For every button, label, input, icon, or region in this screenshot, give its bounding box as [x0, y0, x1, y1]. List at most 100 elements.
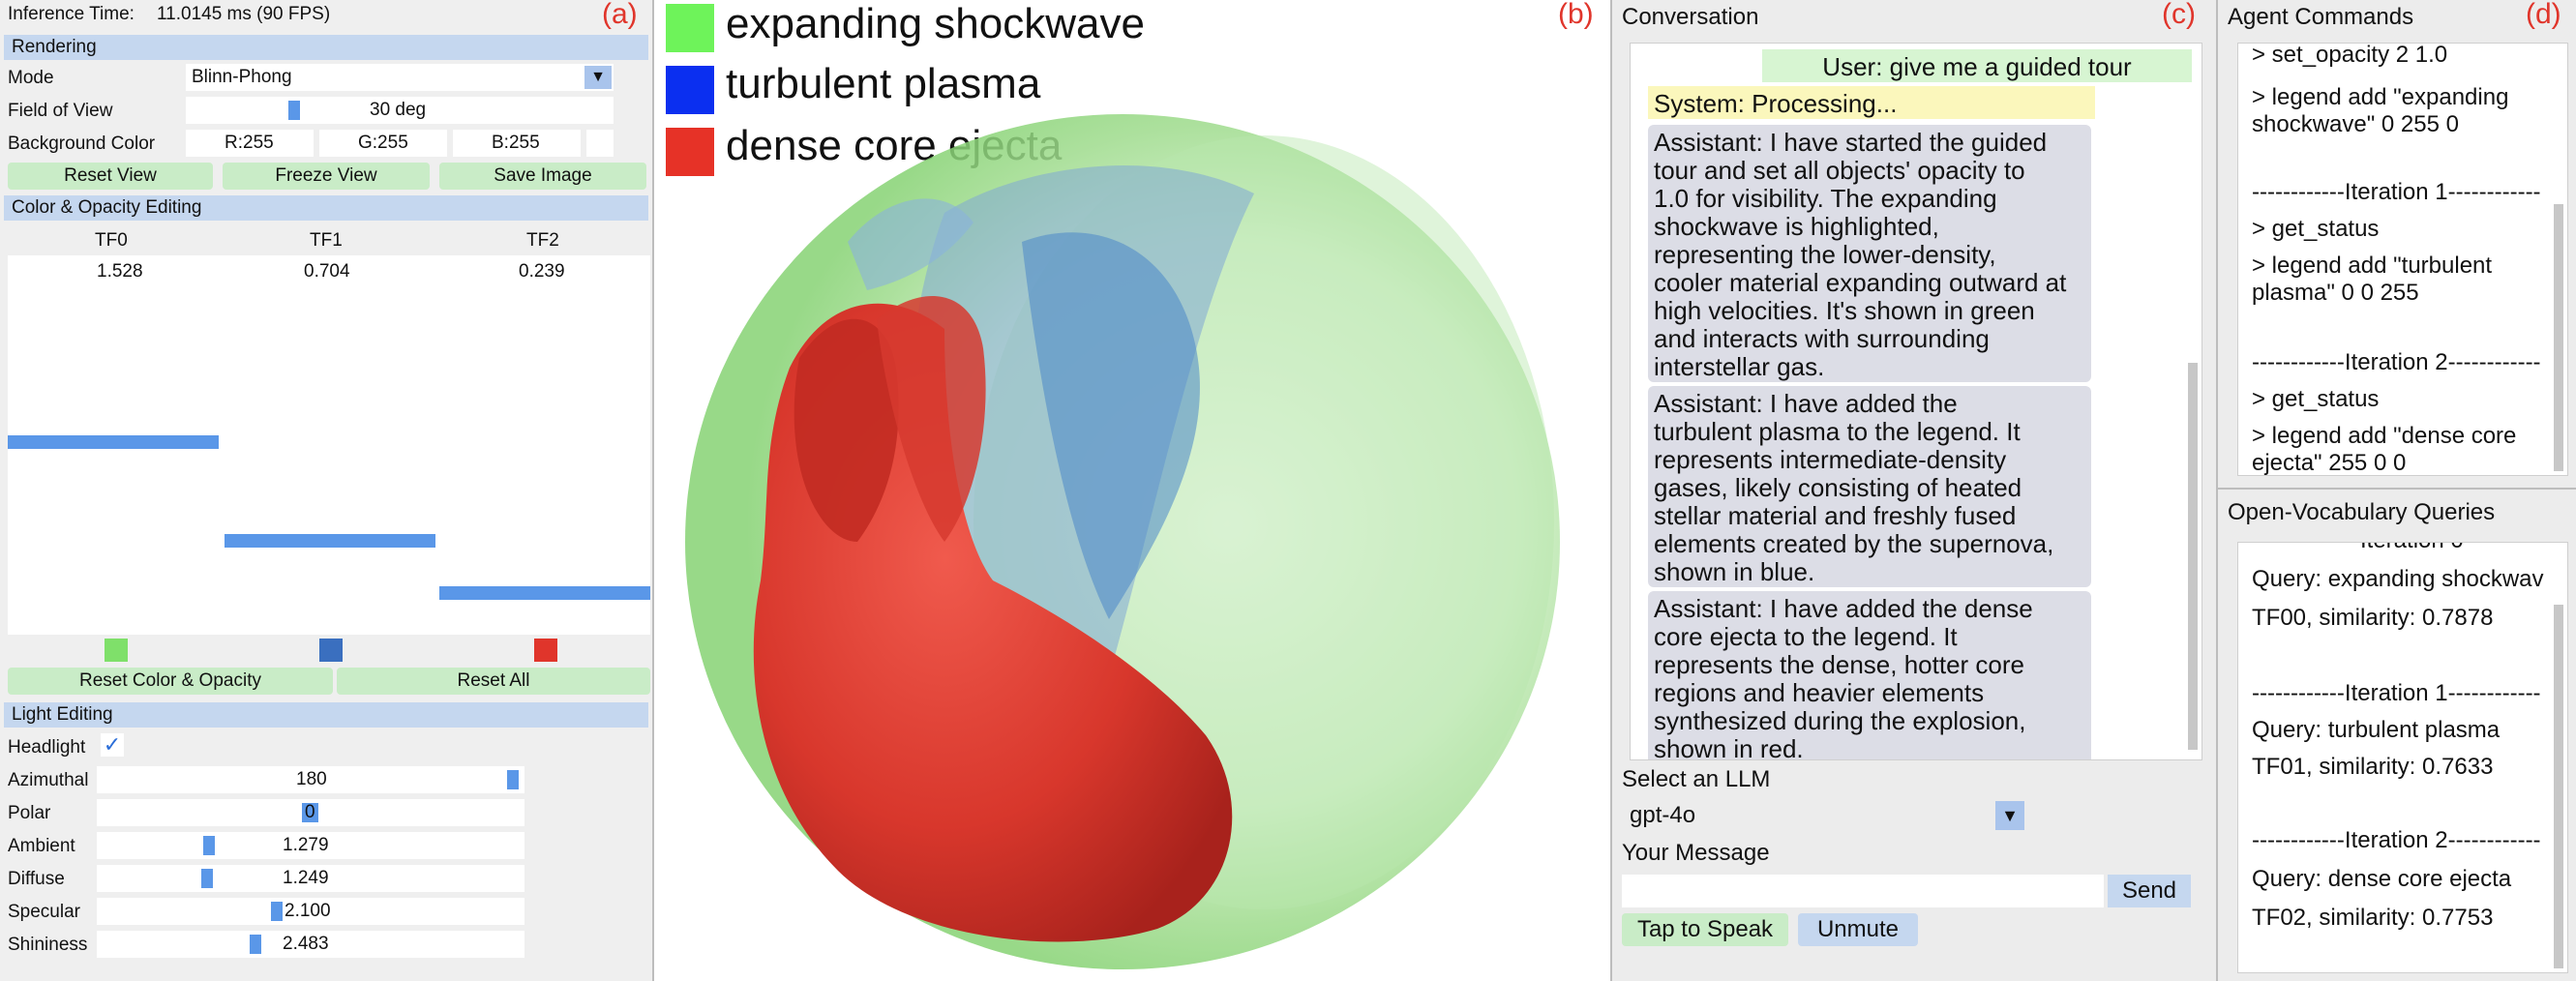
- command-line: > get_status: [2252, 386, 2380, 412]
- queries-scrollbar[interactable]: [2554, 605, 2563, 968]
- reset-view-button[interactable]: Reset View: [8, 163, 213, 190]
- ambient-label: Ambient: [8, 836, 75, 856]
- polar-slider[interactable]: 0: [97, 799, 524, 826]
- agent-commands-log[interactable]: > set_opacity 2 1.0 > legend add "expand…: [2237, 43, 2568, 476]
- fov-slider-handle[interactable]: [288, 101, 300, 120]
- send-button[interactable]: Send: [2108, 875, 2191, 907]
- commands-scrollbar[interactable]: [2554, 204, 2563, 471]
- volume-render[interactable]: [654, 0, 1610, 981]
- polar-label: Polar: [8, 803, 51, 823]
- diffuse-slider-handle[interactable]: [201, 869, 213, 888]
- assistant-1-line: cooler material expanding outward at: [1654, 268, 2067, 297]
- inference-value: 11.0145 ms (90 FPS): [157, 4, 331, 24]
- message-input[interactable]: [1622, 875, 2104, 907]
- assistant-3-line: synthesized during the explosion,: [1654, 706, 2026, 735]
- bg-r-field[interactable]: R:255: [186, 130, 314, 157]
- chevron-down-icon[interactable]: ▼: [1995, 801, 2024, 830]
- panel-divider: [2218, 488, 2576, 490]
- azimuthal-slider-handle[interactable]: [507, 770, 519, 789]
- ambient-value: 1.279: [283, 835, 329, 855]
- reset-all-button[interactable]: Reset All: [337, 668, 650, 695]
- fov-value: 30 deg: [370, 100, 427, 120]
- tf1-color-swatch[interactable]: [319, 639, 343, 662]
- query-separator: ------------Iteration 1------------: [2252, 680, 2541, 706]
- assistant-1-line: representing the lower-density,: [1654, 240, 1996, 269]
- unmute-button[interactable]: Unmute: [1798, 913, 1918, 946]
- assistant-1-line: tour and set all objects' opacity to: [1654, 156, 2025, 185]
- command-line: > get_status: [2252, 216, 2380, 242]
- bg-swatch[interactable]: [586, 130, 614, 157]
- specular-slider[interactable]: 2.100: [97, 898, 524, 925]
- mode-select[interactable]: Blinn-Phong ▼: [186, 64, 614, 91]
- assistant-message-1: Assistant: I have started the guided tou…: [1648, 125, 2091, 382]
- assistant-2-line: turbulent plasma to the legend. It: [1654, 417, 2021, 446]
- fov-slider[interactable]: 30 deg: [186, 97, 614, 124]
- conversation-title: Conversation: [1622, 4, 1759, 30]
- select-llm-label: Select an LLM: [1622, 766, 1771, 792]
- query-header: Iteration 0: [2360, 543, 2464, 554]
- tf2-opacity-bar[interactable]: [439, 586, 650, 600]
- freeze-view-button[interactable]: Freeze View: [223, 163, 430, 190]
- assistant-3-line: regions and heavier elements: [1654, 678, 1985, 707]
- command-line: plasma" 0 0 255: [2252, 280, 2419, 306]
- assistant-2-line: gases, likely consisting of heated: [1654, 473, 2022, 502]
- tf1-opacity-bar[interactable]: [225, 534, 435, 548]
- panel-a-tag: (a): [602, 0, 638, 30]
- assistant-3-line: core ejecta to the legend. It: [1654, 622, 1958, 651]
- transfer-function-editor[interactable]: 1.528 0.704 0.239: [8, 255, 650, 635]
- bg-g-field[interactable]: G:255: [319, 130, 447, 157]
- chat-history[interactable]: User: give me a guided tour System: Proc…: [1630, 43, 2202, 760]
- assistant-2-line: stellar material and freshly fused: [1654, 501, 2017, 530]
- query-line: TF00, similarity: 0.7878: [2252, 605, 2494, 631]
- assistant-1-line: and interacts with surrounding: [1654, 324, 1990, 353]
- command-line: ejecta" 255 0 0: [2252, 450, 2407, 476]
- azimuthal-slider[interactable]: 180: [97, 766, 524, 793]
- headlight-checkbox[interactable]: ✓: [101, 733, 124, 757]
- diffuse-slider[interactable]: 1.249: [97, 865, 524, 892]
- specular-slider-handle[interactable]: [271, 902, 283, 921]
- ambient-slider[interactable]: 1.279: [97, 832, 524, 859]
- user-message: User: give me a guided tour: [1762, 49, 2192, 82]
- query-line: TF02, similarity: 0.7753: [2252, 905, 2494, 931]
- assistant-1-line: shockwave is highlighted,: [1654, 212, 1939, 241]
- shininess-slider-handle[interactable]: [250, 935, 261, 954]
- assistant-2-line: represents intermediate-density: [1654, 445, 2007, 474]
- assistant-1-line: Assistant: I have started the guided: [1654, 128, 2048, 157]
- queries-log[interactable]: Iteration 0 Query: expanding shockwav TF…: [2237, 542, 2568, 973]
- ambient-slider-handle[interactable]: [203, 836, 215, 855]
- save-image-button[interactable]: Save Image: [439, 163, 646, 190]
- tf0-opacity-bar[interactable]: [8, 435, 219, 449]
- conversation-panel: Conversation (c) User: give me a guided …: [1610, 0, 2218, 981]
- headlight-label: Headlight: [8, 737, 86, 758]
- agent-commands-title: Agent Commands: [2228, 4, 2414, 30]
- chat-scrollbar[interactable]: [2188, 363, 2198, 750]
- specular-value: 2.100: [285, 901, 331, 921]
- tf1-header: TF1: [310, 230, 343, 251]
- assistant-message-2: Assistant: I have added the turbulent pl…: [1648, 386, 2091, 587]
- tf2-color-swatch[interactable]: [534, 639, 557, 662]
- tf0-header: TF0: [95, 230, 128, 251]
- polar-value[interactable]: 0: [302, 803, 318, 822]
- query-separator: ------------Iteration 2------------: [2252, 827, 2541, 853]
- query-line: Query: turbulent plasma: [2252, 717, 2501, 743]
- assistant-2-line: Assistant: I have added the: [1654, 389, 1958, 418]
- assistant-3-line: shown in red.: [1654, 734, 1804, 760]
- chevron-down-icon[interactable]: ▼: [584, 66, 612, 89]
- render-viewport[interactable]: (b) expanding shockwave turbulent plasma…: [654, 0, 1610, 981]
- assistant-3-line: represents the dense, hotter core: [1654, 650, 2025, 679]
- agent-panel: Agent Commands (d) > set_opacity 2 1.0 >…: [2218, 0, 2576, 981]
- query-line: TF01, similarity: 0.7633: [2252, 754, 2494, 780]
- tf1-value: 0.704: [304, 261, 350, 282]
- llm-select[interactable]: gpt-4o ▼: [1622, 799, 2026, 832]
- shininess-label: Shininess: [8, 935, 88, 955]
- reset-color-opacity-button[interactable]: Reset Color & Opacity: [8, 668, 333, 695]
- assistant-1-line: interstellar gas.: [1654, 352, 1825, 381]
- app-window: (a) Inference Time: 11.0145 ms (90 FPS) …: [0, 0, 2576, 981]
- shininess-slider[interactable]: 2.483: [97, 931, 524, 958]
- tf0-color-swatch[interactable]: [105, 639, 128, 662]
- bg-b-field[interactable]: B:255: [453, 130, 581, 157]
- mode-label: Mode: [8, 68, 54, 88]
- tap-to-speak-button[interactable]: Tap to Speak: [1622, 913, 1788, 946]
- tf2-header: TF2: [526, 230, 559, 251]
- tf2-value: 0.239: [519, 261, 565, 282]
